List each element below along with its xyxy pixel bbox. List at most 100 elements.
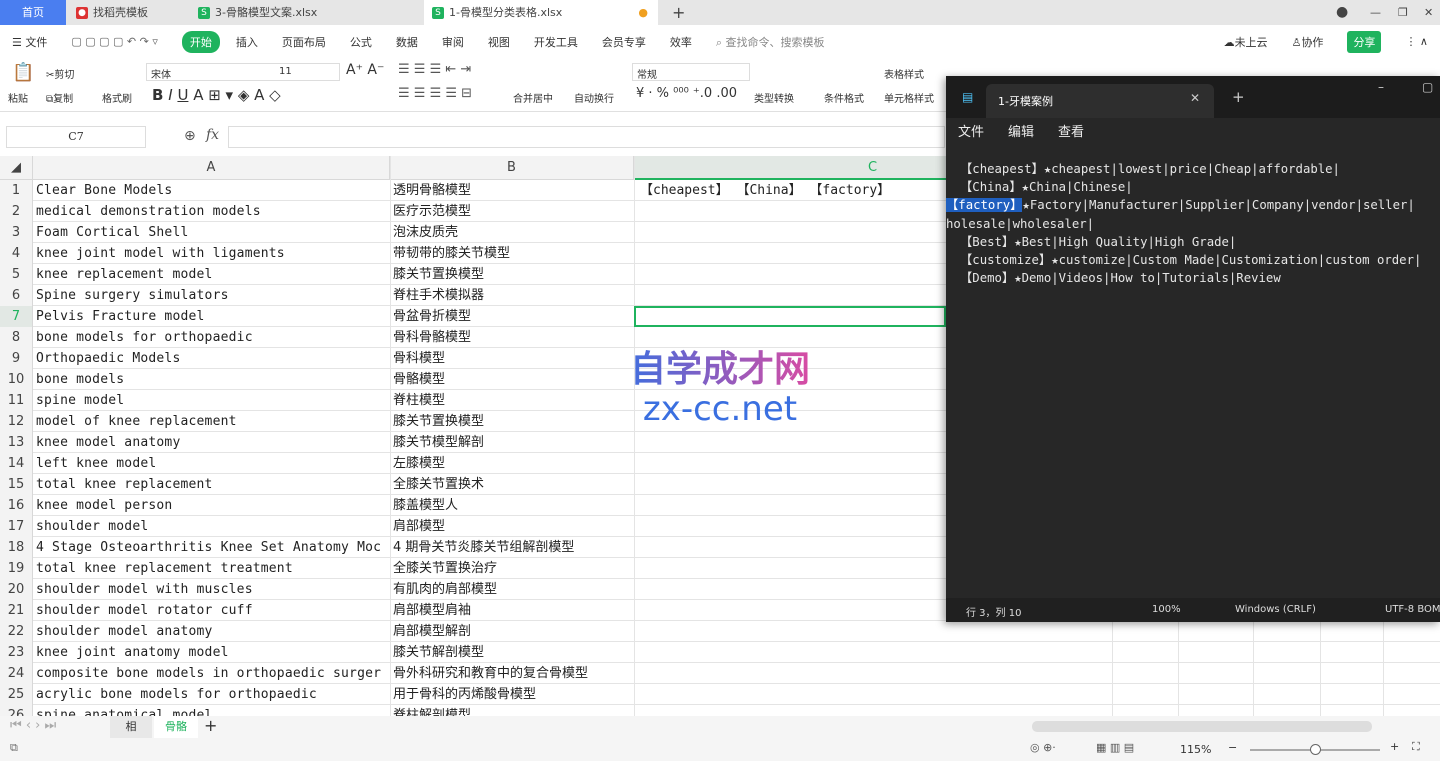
row-number[interactable]: 2: [0, 201, 33, 222]
cloud-button[interactable]: ☁未上云: [1224, 34, 1268, 50]
row-number[interactable]: 6: [0, 285, 33, 306]
format-painter-button[interactable]: 格式刷: [102, 90, 132, 105]
cell-a[interactable]: shoulder model: [36, 516, 390, 537]
menu-formula[interactable]: 公式: [350, 34, 372, 50]
cell-b[interactable]: 脊柱模型: [393, 390, 445, 411]
row-number[interactable]: 22: [0, 621, 33, 642]
cell-b[interactable]: 全膝关节置换术: [393, 474, 484, 495]
cell-a[interactable]: knee joint model with ligaments: [36, 243, 390, 264]
close-icon[interactable]: ✕: [1416, 0, 1433, 25]
cell-a[interactable]: Spine surgery simulators: [36, 285, 390, 306]
cell-a[interactable]: bone models: [36, 369, 390, 390]
add-sheet-button[interactable]: +: [204, 716, 217, 735]
menu-insert[interactable]: 插入: [236, 34, 258, 50]
cell-b[interactable]: 脊柱手术模拟器: [393, 285, 484, 306]
cell-a[interactable]: total knee replacement: [36, 474, 390, 495]
selected-cell-c7[interactable]: [634, 306, 946, 327]
halign-buttons[interactable]: ☰ ☰ ☰ ☰ ⊟: [398, 86, 472, 101]
zoom-slider[interactable]: [1250, 744, 1380, 755]
font-select[interactable]: 宋体 11: [146, 63, 340, 81]
row-number[interactable]: 18: [0, 537, 33, 558]
cell-a[interactable]: 4 Stage Osteoarthritis Knee Set Anatomy …: [36, 537, 390, 558]
cell-b[interactable]: 泡沫皮质壳: [393, 222, 458, 243]
row-number[interactable]: 24: [0, 663, 33, 684]
avatar[interactable]: ●: [1328, 0, 1348, 25]
row-number[interactable]: 10: [0, 369, 33, 390]
fullscreen-icon[interactable]: ⛶: [1412, 740, 1420, 754]
row-number[interactable]: 4: [0, 243, 33, 264]
row-number[interactable]: 9: [0, 348, 33, 369]
cell-a[interactable]: left knee model: [36, 453, 390, 474]
menu-view[interactable]: 查看: [1058, 121, 1084, 140]
view-mode-icons[interactable]: ▦ ▥ ▤: [1096, 741, 1134, 754]
zoom-out-button[interactable]: −: [1228, 741, 1237, 754]
zoom-value[interactable]: 115%: [1180, 743, 1211, 756]
column-header-b[interactable]: B: [390, 156, 634, 180]
cell-b[interactable]: 带韧带的膝关节模型: [393, 243, 510, 264]
align-buttons[interactable]: ☰ ☰ ☰ ⇤ ⇥: [398, 62, 471, 77]
command-search[interactable]: ⌕ 查找命令、搜索模板: [716, 34, 825, 50]
cell-b[interactable]: 骨骼模型: [393, 369, 445, 390]
tab-template[interactable]: ● 找稻壳模板: [68, 0, 188, 25]
row-number[interactable]: 7: [0, 306, 33, 327]
row-number[interactable]: 5: [0, 264, 33, 285]
cell-a[interactable]: Clear Bone Models: [36, 180, 390, 201]
cell-a[interactable]: knee joint anatomy model: [36, 642, 390, 663]
cell-a[interactable]: shoulder model rotator cuff: [36, 600, 390, 621]
menu-member[interactable]: 会员专享: [602, 34, 646, 50]
quick-access-icons[interactable]: ▢ ▢ ▢ ▢ ↶ ↷ ▿: [71, 35, 158, 48]
tab-file-1[interactable]: S 1-骨模型分类表格.xlsx ●: [424, 0, 658, 25]
cell-a[interactable]: knee model person: [36, 495, 390, 516]
convert-button[interactable]: 类型转换: [754, 90, 794, 105]
cell-a[interactable]: knee replacement model: [36, 264, 390, 285]
sheet-tab[interactable]: 相: [110, 716, 152, 738]
cell-c[interactable]: 【cheapest】 【China】 【factory】: [640, 180, 890, 201]
cell-a[interactable]: shoulder model with muscles: [36, 579, 390, 600]
row-number[interactable]: 17: [0, 516, 33, 537]
select-all-corner[interactable]: ◢: [0, 156, 33, 180]
file-menu[interactable]: ☰ 文件: [12, 34, 47, 50]
menu-review[interactable]: 审阅: [442, 34, 464, 50]
menu-home[interactable]: 开始: [181, 30, 220, 53]
close-tab-icon[interactable]: ✕: [1190, 91, 1200, 105]
cell-b[interactable]: 肩部模型肩袖: [393, 600, 471, 621]
cell-a[interactable]: spine anatomical model: [36, 705, 390, 716]
menu-layout[interactable]: 页面布局: [282, 34, 326, 50]
cell-a[interactable]: bone models for orthopaedic: [36, 327, 390, 348]
macro-icon[interactable]: ⧉: [10, 741, 18, 755]
row-number[interactable]: 23: [0, 642, 33, 663]
cell-b[interactable]: 膝关节置换模型: [393, 411, 484, 432]
number-format-select[interactable]: 常规: [632, 63, 750, 81]
row-number[interactable]: 21: [0, 600, 33, 621]
cell-b[interactable]: 肩部模型解剖: [393, 621, 471, 642]
more-icon[interactable]: ⋮ ∧: [1405, 35, 1428, 48]
cell-b[interactable]: 有肌肉的肩部模型: [393, 579, 497, 600]
notepad-tab[interactable]: 1-牙模案例 ✕: [986, 84, 1214, 118]
row-number[interactable]: 8: [0, 327, 33, 348]
maximize-icon[interactable]: ▢: [1422, 80, 1433, 94]
fx-icon[interactable]: fx: [206, 127, 219, 143]
formula-input[interactable]: [228, 126, 945, 148]
row-number[interactable]: 19: [0, 558, 33, 579]
new-tab-button[interactable]: +: [664, 0, 685, 25]
cell-b[interactable]: 膝盖模型人: [393, 495, 458, 516]
cell-a[interactable]: total knee replacement treatment: [36, 558, 390, 579]
copy-button[interactable]: ⧉复制: [46, 90, 73, 105]
cell-a[interactable]: composite bone models in orthopaedic sur…: [36, 663, 390, 684]
paste-button[interactable]: 粘贴: [8, 90, 28, 105]
cell-b[interactable]: 脊柱解剖模型: [393, 705, 471, 716]
notepad-text-area[interactable]: 【cheapest】★cheapest|lowest|price|Cheap|a…: [946, 160, 1421, 287]
cond-format-button[interactable]: 条件格式: [824, 90, 864, 105]
row-number[interactable]: 26: [0, 705, 33, 716]
font-grow-shrink-icons[interactable]: A⁺ A⁻: [346, 62, 384, 78]
cell-style-button[interactable]: 单元格样式: [884, 90, 934, 105]
cell-b[interactable]: 全膝关节置换治疗: [393, 558, 497, 579]
zoom-formula-icon[interactable]: ⊕: [184, 128, 196, 144]
menu-data[interactable]: 数据: [396, 34, 418, 50]
menu-efficiency[interactable]: 效率: [670, 34, 692, 50]
cell-a[interactable]: spine model: [36, 390, 390, 411]
cell-b[interactable]: 膝关节模型解剖: [393, 432, 484, 453]
horizontal-scrollbar[interactable]: [1032, 721, 1372, 732]
minimize-icon[interactable]: –: [1378, 80, 1384, 94]
cell-a[interactable]: Foam Cortical Shell: [36, 222, 390, 243]
